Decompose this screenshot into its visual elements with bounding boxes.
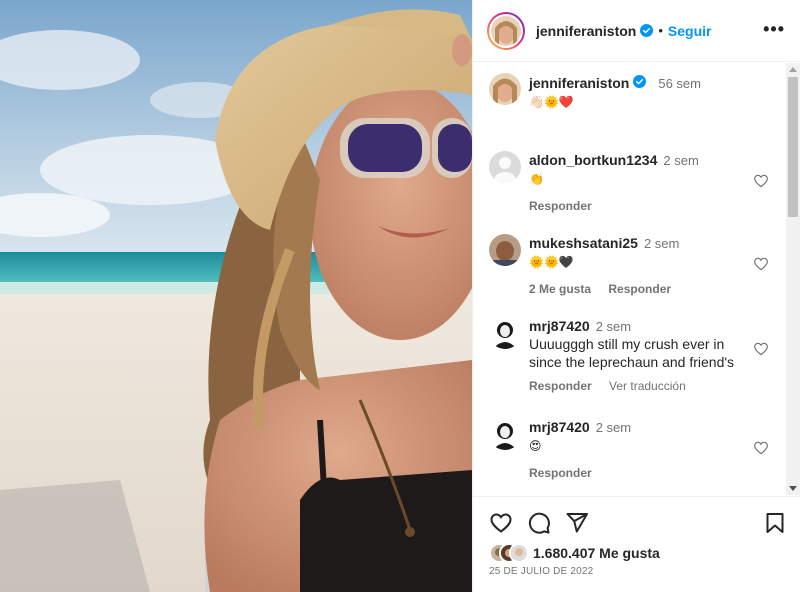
verified-icon	[633, 75, 647, 88]
likers-avatars	[489, 543, 529, 563]
comment-text: 👏	[529, 172, 544, 186]
author-username[interactable]: jenniferaniston	[536, 23, 636, 39]
instagram-post-modal: jenniferaniston • Seguir ••• jenniferani…	[0, 0, 800, 592]
commenter-avatar[interactable]	[489, 317, 521, 349]
comment-item: aldon_bortkun1234 2 sem 👏 Responder	[489, 151, 779, 213]
reply-button[interactable]: Responder	[529, 466, 592, 480]
post-caption: jenniferaniston 56 sem 👋🏻🌞❤️	[489, 73, 779, 110]
post-image[interactable]	[0, 0, 472, 592]
likes-count[interactable]: 1.680.407 Me gusta	[533, 545, 660, 561]
separator-dot: •	[658, 23, 663, 38]
more-icon[interactable]: •••	[763, 20, 785, 38]
post-actions-bar: 1.680.407 Me gusta 25 DE JULIO DE 2022	[473, 496, 800, 592]
comment-like-heart-icon[interactable]	[753, 440, 769, 456]
caption-text: 👋🏻🌞❤️	[529, 95, 574, 109]
comment-like-heart-icon[interactable]	[753, 173, 769, 189]
verified-icon	[640, 24, 654, 37]
post-date[interactable]: 25 DE JULIO DE 2022	[489, 566, 593, 577]
comment-age[interactable]: 2 sem	[663, 153, 698, 168]
comment-age[interactable]: 2 sem	[644, 236, 679, 251]
caption-avatar[interactable]	[489, 73, 521, 105]
scroll-down-arrow-icon[interactable]	[789, 486, 797, 491]
commenter-avatar[interactable]	[489, 151, 521, 183]
comment-text: Uuuugggh still my crush ever in since th…	[529, 336, 735, 370]
commenter-avatar[interactable]	[489, 418, 521, 450]
post-photo-illustration	[0, 0, 472, 592]
likes-summary[interactable]: 1.680.407 Me gusta	[489, 543, 660, 563]
heart-icon[interactable]	[489, 511, 513, 535]
comment-username[interactable]: mrj87420	[529, 419, 590, 435]
share-icon[interactable]	[565, 511, 589, 535]
comment-username[interactable]: mrj87420	[529, 318, 590, 334]
translate-button[interactable]: Ver traducción	[609, 379, 686, 393]
comment-username[interactable]: aldon_bortkun1234	[529, 152, 657, 168]
comment-icon[interactable]	[527, 511, 551, 535]
caption-age[interactable]: 56 sem	[658, 76, 701, 91]
comments-scrollbar[interactable]	[786, 63, 800, 495]
comment-text: 😍	[529, 439, 542, 453]
comment-item: mrj87420 2 sem 😍 Responder	[489, 418, 779, 480]
comment-like-heart-icon[interactable]	[753, 341, 769, 357]
comment-like-heart-icon[interactable]	[753, 256, 769, 272]
follow-button[interactable]: Seguir	[668, 23, 712, 39]
comments-list[interactable]: jenniferaniston 56 sem 👋🏻🌞❤️ aldon_bortk…	[473, 63, 800, 495]
comment-age[interactable]: 2 sem	[596, 420, 631, 435]
reply-button[interactable]: Responder	[529, 379, 592, 393]
commenter-avatar[interactable]	[489, 234, 521, 266]
comment-item: mukeshsatani25 2 sem 🌞🌞🖤 2 Me gusta Resp…	[489, 234, 779, 296]
post-header: jenniferaniston • Seguir •••	[473, 0, 800, 62]
liker-avatar	[509, 543, 529, 563]
avatar-image	[491, 15, 521, 46]
comment-username[interactable]: mukeshsatani25	[529, 235, 638, 251]
save-icon[interactable]	[763, 511, 787, 535]
scrollbar-thumb[interactable]	[788, 77, 798, 217]
reply-button[interactable]: Responder	[608, 282, 671, 296]
comment-age[interactable]: 2 sem	[596, 319, 631, 334]
author-avatar[interactable]	[487, 11, 525, 50]
caption-username[interactable]: jenniferaniston	[529, 75, 629, 91]
reply-button[interactable]: Responder	[529, 199, 592, 213]
comment-like-count[interactable]: 2 Me gusta	[529, 282, 591, 296]
post-side-panel: jenniferaniston • Seguir ••• jenniferani…	[472, 0, 800, 592]
scroll-up-arrow-icon[interactable]	[789, 67, 797, 72]
comment-item: mrj87420 2 sem Uuuugggh still my crush e…	[489, 317, 779, 393]
comment-text: 🌞🌞🖤	[529, 255, 574, 269]
